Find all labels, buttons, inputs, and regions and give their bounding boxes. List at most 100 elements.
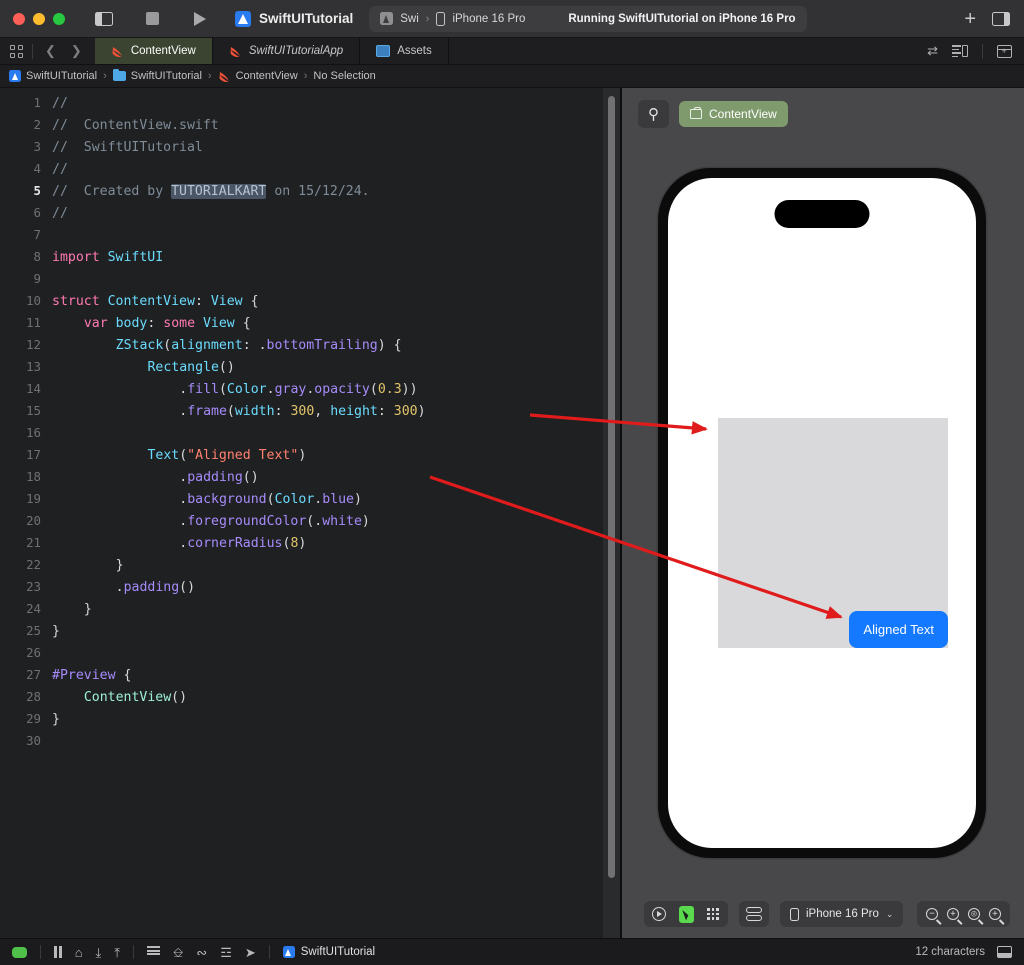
- code-line[interactable]: 9: [0, 268, 618, 290]
- code-line[interactable]: 27 #Preview {: [0, 664, 618, 686]
- pin-preview-button[interactable]: ⚲: [638, 100, 669, 128]
- code-line[interactable]: 3 // SwiftUITutorial: [0, 136, 618, 158]
- code-line[interactable]: 29}: [0, 708, 618, 730]
- divider: [40, 945, 41, 959]
- code-line[interactable]: 16: [0, 422, 618, 444]
- code-line[interactable]: 21 .cornerRadius(8): [0, 532, 618, 554]
- code-line[interactable]: 19 .background(Color.blue): [0, 488, 618, 510]
- code-line[interactable]: 25}: [0, 620, 618, 642]
- line-content: //: [52, 162, 68, 177]
- breadcrumb-folder[interactable]: SwiftUITutorial: [112, 68, 202, 82]
- view-hierarchy-icon[interactable]: [147, 946, 161, 958]
- device-settings-button[interactable]: [739, 901, 769, 927]
- step-out-icon[interactable]: ⤒: [114, 946, 120, 959]
- editor-options-icon[interactable]: [952, 45, 968, 57]
- swift-icon: [229, 45, 242, 58]
- grid-layout-icon[interactable]: [10, 44, 23, 58]
- tab-label: ContentView: [130, 45, 196, 57]
- toggle-debug-area-icon[interactable]: [997, 946, 1012, 958]
- selectable-mode-button[interactable]: [677, 904, 695, 924]
- preview-mode-segment[interactable]: [644, 901, 728, 927]
- scheme-destination-bar[interactable]: Swi › iPhone 16 Pro Running SwiftUITutor…: [369, 5, 807, 32]
- grid-dots-icon: [707, 908, 719, 920]
- tab-contentview[interactable]: ContentView: [94, 38, 213, 64]
- add-editor-icon[interactable]: [997, 44, 1012, 58]
- code-line[interactable]: 6 //: [0, 202, 618, 224]
- layers-button: [745, 904, 763, 924]
- code-line[interactable]: 12 ZStack(alignment: .bottomTrailing) {: [0, 334, 618, 356]
- zoom-out-icon[interactable]: −: [926, 908, 938, 920]
- code-line[interactable]: 22 }: [0, 554, 618, 576]
- run-button[interactable]: [187, 7, 213, 31]
- swap-editor-icon[interactable]: ⇄: [927, 43, 938, 59]
- code-line[interactable]: 28 ContentView(): [0, 686, 618, 708]
- code-line[interactable]: 11 var body: some View {: [0, 312, 618, 334]
- back-chevron-icon[interactable]: ❮: [42, 43, 59, 59]
- memory-graph-icon[interactable]: ⎒: [173, 946, 183, 959]
- step-over-icon[interactable]: ⌂: [75, 946, 83, 959]
- code-line[interactable]: 18 .padding(): [0, 466, 618, 488]
- line-content: ZStack(alignment: .bottomTrailing) {: [115, 338, 402, 353]
- tab-swiftuitutorialapp[interactable]: SwiftUITutorialApp: [213, 38, 361, 64]
- breadcrumb-file-label: ContentView: [235, 70, 298, 82]
- variants-button[interactable]: [704, 904, 722, 924]
- tab-assets[interactable]: Assets: [360, 38, 449, 64]
- line-content: // Created by TUTORIALKART on 15/12/24.: [52, 184, 370, 199]
- code-line[interactable]: 10 struct ContentView: View {: [0, 290, 618, 312]
- code-line[interactable]: 7: [0, 224, 618, 246]
- preview-name-chip[interactable]: ContentView: [679, 101, 788, 127]
- line-number: 4: [33, 161, 41, 176]
- code-line[interactable]: 17 Text("Aligned Text"): [0, 444, 618, 466]
- device-screen[interactable]: Aligned Text: [668, 178, 976, 848]
- code-line[interactable]: 24 }: [0, 598, 618, 620]
- preview-aligned-text-button[interactable]: Aligned Text: [849, 611, 948, 648]
- code-line[interactable]: 15 .frame(width: 300, height: 300): [0, 400, 618, 422]
- minimize-button[interactable]: [33, 12, 45, 25]
- editor-scrollbar[interactable]: [608, 96, 615, 878]
- line-number: 14: [26, 381, 41, 396]
- code-line[interactable]: 23 .padding(): [0, 576, 618, 598]
- add-editor-button[interactable]: +: [964, 9, 976, 29]
- line-number: 5: [33, 183, 41, 198]
- device-picker[interactable]: iPhone 16 Pro ⌄: [780, 901, 904, 927]
- code-line[interactable]: 4 //: [0, 158, 618, 180]
- stop-button[interactable]: [139, 7, 165, 31]
- destination-device-icon: [436, 11, 446, 26]
- forward-chevron-icon[interactable]: ❯: [68, 43, 85, 59]
- line-content: .fill(Color.gray.opacity(0.3)): [179, 382, 418, 397]
- environment-overrides-icon[interactable]: ☲: [220, 946, 232, 959]
- code-line[interactable]: 5 // Created by TUTORIALKART on 15/12/24.: [0, 180, 618, 202]
- zoom-in-icon[interactable]: +: [947, 908, 959, 920]
- code-line[interactable]: 30: [0, 730, 618, 752]
- line-number: 23: [26, 579, 41, 594]
- breadcrumb-selection: No Selection: [313, 70, 376, 82]
- simulate-location-icon[interactable]: ➤: [245, 946, 256, 959]
- live-preview-button[interactable]: [650, 904, 668, 924]
- zoom-actual-icon[interactable]: +: [989, 908, 1001, 920]
- zoom-button[interactable]: [53, 12, 65, 25]
- code-line[interactable]: 20 .foregroundColor(.white): [0, 510, 618, 532]
- line-content: struct ContentView: View {: [52, 294, 259, 309]
- code-line[interactable]: 13 Rectangle(): [0, 356, 618, 378]
- swift-icon: [111, 45, 124, 58]
- toggle-navigator-button[interactable]: [91, 7, 117, 31]
- code-line[interactable]: 26: [0, 642, 618, 664]
- debug-view-icon[interactable]: ∾: [196, 946, 207, 959]
- chevron-down-icon: ⌄: [885, 908, 894, 919]
- code-line[interactable]: 1 //: [0, 92, 618, 114]
- code-line[interactable]: 2 // ContentView.swift: [0, 114, 618, 136]
- toggle-inspector-button[interactable]: [992, 11, 1010, 26]
- sidebar-panel-icon: [95, 11, 113, 26]
- breadcrumb-project[interactable]: SwiftUITutorial: [9, 70, 97, 82]
- code-line[interactable]: 8 import SwiftUI: [0, 246, 618, 268]
- line-number: 15: [26, 403, 41, 418]
- step-into-icon[interactable]: ⤓: [96, 946, 102, 959]
- pause-icon[interactable]: [54, 946, 62, 958]
- status-project[interactable]: SwiftUITutorial: [282, 946, 375, 958]
- close-button[interactable]: [13, 12, 25, 25]
- source-editor[interactable]: 1 // 2 // ContentView.swift 3 // SwiftUITutor…: [0, 88, 618, 938]
- code-line[interactable]: 14 .fill(Color.gray.opacity(0.3)): [0, 378, 618, 400]
- zoom-fit-icon[interactable]: ◎: [968, 908, 980, 920]
- breadcrumb-file[interactable]: ContentView: [218, 70, 298, 83]
- line-content: .cornerRadius(8): [179, 536, 307, 551]
